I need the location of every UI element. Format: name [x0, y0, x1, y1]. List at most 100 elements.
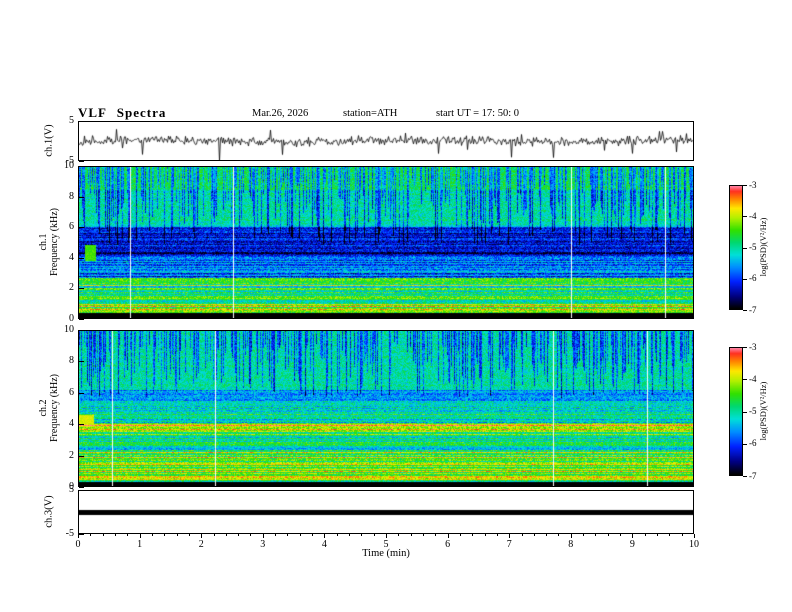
x-minor-tick-mark: [188, 534, 190, 536]
ch1-spec-y-tick-mark: [79, 288, 84, 290]
ch1-spec-y-tick-label: 8: [69, 190, 74, 202]
x-minor-tick-mark: [410, 534, 412, 536]
colorbar-ch1-panel: [729, 185, 743, 310]
colorbar-ch2-tick-label: -3: [749, 341, 757, 352]
ch1-spec-y-tick-label: 4: [69, 251, 74, 263]
x-minor-tick-mark: [275, 534, 277, 536]
x-minor-tick-mark: [90, 534, 92, 536]
x-tick-label: 10: [689, 539, 699, 550]
x-tick-label: 7: [506, 539, 512, 550]
ch1-wave-y-tick-mark: [79, 121, 84, 122]
x-tick-label: 9: [629, 539, 635, 550]
colorbar-ch1-tick-label: -3: [749, 179, 757, 190]
ch2-spectrogram-ylabel-line1: ch.2: [38, 399, 49, 417]
x-tick-mark: [324, 534, 326, 538]
x-minor-tick-mark: [546, 534, 548, 536]
x-minor-tick-mark: [583, 534, 585, 536]
ch3-wave-y-tick-mark: [79, 490, 84, 491]
x-minor-tick-mark: [669, 534, 671, 536]
ch3-wave-y-tick-label: 5: [69, 484, 74, 495]
colorbar-ch2-tick-mark: [743, 476, 747, 477]
colorbar-ch2-tick-mark: [743, 443, 747, 445]
x-minor-tick-mark: [558, 534, 560, 536]
figure-date: Mar.26, 2026: [252, 108, 309, 119]
x-minor-tick-mark: [472, 534, 474, 536]
colorbar-ch1-tick-mark: [743, 278, 747, 280]
ch3-waveform-panel: [78, 490, 694, 534]
ch2-spec-y-tick-label: 10: [64, 324, 74, 335]
ch2-spec-y-tick-label: 4: [69, 418, 74, 430]
x-minor-tick-mark: [164, 534, 166, 536]
ch3-wave-y-tick-mark: [79, 534, 84, 535]
colorbar-ch2-tick-label: -5: [749, 406, 757, 416]
ch1-spectrogram-plot: [79, 167, 693, 318]
colorbar-ch1-tick-label: -5: [749, 242, 757, 252]
colorbar-ch1-gradient: [730, 186, 742, 309]
x-tick-mark: [509, 534, 511, 538]
ch2-spec-y-tick-mark: [79, 361, 84, 363]
colorbar-ch2-tick-mark: [743, 347, 747, 348]
ch2-spec-y-tick-label: 6: [69, 386, 74, 398]
x-tick-label: 2: [198, 539, 204, 550]
x-minor-tick-mark: [657, 534, 659, 536]
x-tick-label: 8: [568, 539, 574, 550]
ch1-spec-y-tick-label: 0: [69, 313, 74, 324]
x-minor-tick-mark: [176, 534, 178, 536]
ch2-spec-y-tick-mark: [79, 487, 84, 488]
x-minor-tick-mark: [349, 534, 351, 536]
ch2-spec-y-tick-mark: [79, 330, 84, 331]
x-minor-tick-mark: [238, 534, 240, 536]
x-tick-mark: [447, 534, 449, 538]
x-tick-mark: [201, 534, 203, 538]
x-minor-tick-mark: [102, 534, 104, 536]
ch1-spectrogram-ylabel-line1: ch.1: [38, 233, 49, 251]
ch2-spectrogram-ylabel-line2: Frequency (kHz): [49, 373, 60, 443]
ch1-wave-y-tick-label: 5: [69, 115, 74, 126]
ch1-spec-y-tick-mark: [79, 257, 84, 259]
colorbar-ch2-tick-mark: [743, 411, 747, 413]
colorbar-ch2-panel: [729, 347, 743, 476]
ch2-spec-y-tick-label: 2: [69, 449, 74, 461]
colorbar-ch1-tick-label: -4: [749, 210, 757, 221]
ch1-spec-y-tick-mark: [79, 196, 84, 198]
x-minor-tick-mark: [127, 534, 129, 536]
x-minor-tick-mark: [435, 534, 437, 536]
x-minor-tick-mark: [459, 534, 461, 536]
x-minor-tick-mark: [336, 534, 338, 536]
x-tick-mark: [694, 534, 695, 538]
x-minor-tick-mark: [620, 534, 622, 536]
x-tick-mark: [632, 534, 634, 538]
ch1-spec-y-tick-label: 10: [64, 160, 74, 171]
x-tick-mark: [262, 534, 264, 538]
ch3-wave-y-tick-label: -5: [65, 528, 74, 539]
x-minor-tick-mark: [373, 534, 375, 536]
figure-station: station=ATH: [343, 108, 398, 119]
vlf-spectra-figure: VLF Spectra Mar.26, 2026 station=ATH sta…: [0, 0, 792, 612]
ch1-spec-y-tick-mark: [79, 319, 84, 320]
x-minor-tick-mark: [681, 534, 683, 536]
x-tick-label: 4: [321, 539, 327, 550]
x-minor-tick-mark: [225, 534, 227, 536]
x-minor-tick-mark: [287, 534, 289, 536]
x-minor-tick-mark: [484, 534, 486, 536]
ch1-spectrogram-panel: [78, 166, 694, 319]
figure-title: VLF Spectra: [78, 105, 167, 120]
x-minor-tick-mark: [312, 534, 314, 536]
ch1-spec-y-tick-label: 6: [69, 221, 74, 233]
ch2-spec-y-tick-mark: [79, 392, 84, 394]
x-minor-tick-mark: [299, 534, 301, 536]
x-minor-tick-mark: [533, 534, 535, 536]
x-minor-tick-mark: [213, 534, 215, 536]
colorbar-ch2-tick-label: -7: [749, 470, 757, 481]
x-tick-mark: [570, 534, 572, 538]
ch1-waveform-plot: [79, 122, 693, 160]
ch1-waveform-panel: [78, 121, 694, 161]
figure-start-ut: start UT = 17: 50: 0: [436, 108, 520, 119]
colorbar-ch1-tick-label: -6: [749, 273, 757, 284]
ch1-spec-y-tick-mark: [79, 227, 84, 229]
ch1-spec-y-tick-mark: [79, 166, 84, 167]
x-minor-tick-mark: [114, 534, 116, 536]
x-tick-mark: [386, 534, 387, 538]
colorbar-ch1-tick-mark: [743, 216, 747, 218]
x-tick-label: 0: [75, 539, 81, 550]
